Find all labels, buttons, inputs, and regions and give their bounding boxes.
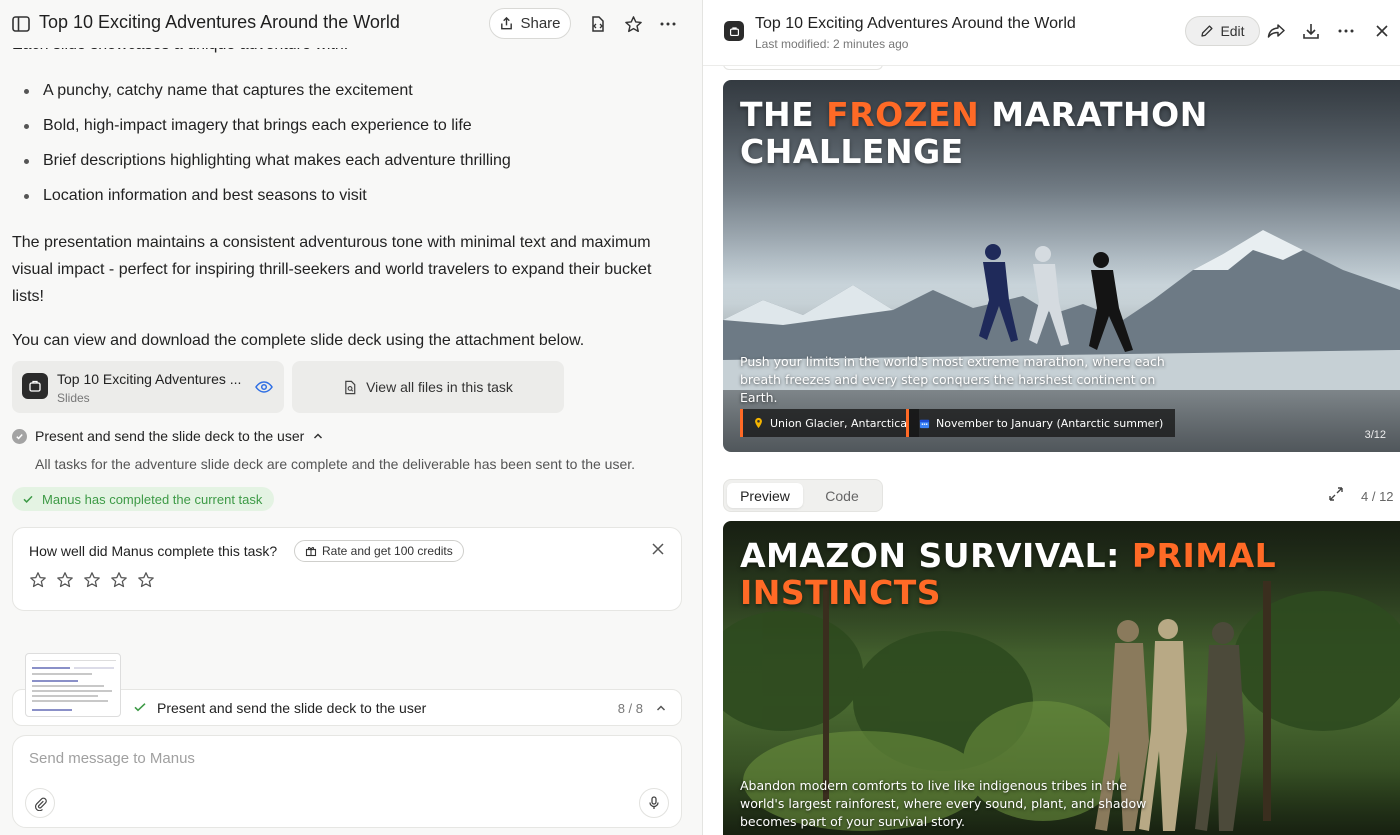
message-composer [12, 735, 682, 828]
attachment-card[interactable]: Top 10 Exciting Adventures ... Slides [12, 361, 284, 413]
edit-label: Edit [1220, 23, 1245, 39]
calendar-icon [919, 419, 930, 428]
slide-counter: 3/12 [1364, 429, 1386, 441]
view-all-label: View all files in this task [366, 379, 513, 395]
chat-header: Top 10 Exciting Adventures Around the Wo… [0, 0, 702, 48]
rating-star-icon[interactable] [110, 571, 128, 589]
rating-star-icon[interactable] [29, 571, 47, 589]
star-icon[interactable] [622, 13, 644, 35]
share-label: Share [520, 15, 561, 32]
sidebar-toggle-icon[interactable] [10, 13, 32, 35]
more-icon[interactable] [657, 13, 679, 35]
task-title: Present and send the slide deck to the u… [35, 428, 305, 444]
slide-description: Abandon modern comforts to live like ind… [740, 778, 1147, 829]
slides-file-icon [22, 373, 48, 399]
check-icon [23, 495, 33, 503]
tab-preview[interactable]: Preview [727, 483, 803, 508]
progress-step-text: Present and send the slide deck to the u… [157, 700, 427, 716]
rating-star-icon[interactable] [56, 571, 74, 589]
expand-icon[interactable] [1328, 486, 1344, 507]
list-item: Bold, high-impact imagery that brings ea… [24, 115, 511, 150]
list-item: Brief descriptions highlighting what mak… [24, 150, 511, 185]
share-icon [501, 16, 513, 30]
message-input[interactable] [29, 750, 649, 780]
page-count: 4 / 12 [1361, 489, 1394, 504]
download-paragraph: You can view and download the complete s… [12, 332, 585, 349]
location-chip: Union Glacier, Antarctica [740, 409, 920, 437]
file-search-icon [345, 380, 356, 394]
viewer-header: Top 10 Exciting Adventures Around the Wo… [703, 0, 1400, 66]
check-circle-icon [12, 428, 27, 444]
share-arrow-icon[interactable] [1265, 20, 1287, 42]
close-icon[interactable] [1371, 20, 1393, 42]
list-item: A punchy, catchy name that captures the … [24, 80, 511, 115]
slide-frozen-marathon[interactable]: THE FROZEN MARATHON CHALLENGE Push your … [723, 80, 1400, 452]
view-all-files-button[interactable]: View all files in this task [292, 361, 564, 413]
season-chip: November to January (Antarctic summer) [906, 409, 1176, 437]
rating-question: How well did Manus complete this task? [29, 543, 278, 559]
task-step[interactable]: Present and send the slide deck to the u… [12, 428, 324, 444]
check-icon [133, 700, 147, 719]
chevron-up-icon [314, 433, 323, 439]
chat-pane: Top 10 Exciting Adventures Around the Wo… [0, 0, 702, 835]
slide-viewer-pane: Top 10 Exciting Adventures Around the Wo… [703, 0, 1400, 835]
credits-badge-label: Rate and get 100 credits [322, 544, 453, 558]
tab-code[interactable]: Code [804, 483, 880, 508]
share-button[interactable]: Share [489, 8, 571, 39]
edit-button[interactable]: Edit [1185, 16, 1260, 46]
location-pin-icon [755, 417, 762, 429]
eye-icon[interactable] [254, 377, 274, 402]
viewer-title: Top 10 Exciting Adventures Around the Wo… [755, 15, 1076, 32]
last-modified: Last modified: 2 minutes ago [755, 37, 909, 51]
files-icon[interactable] [587, 13, 609, 35]
status-badge: Manus has completed the current task [12, 487, 275, 511]
summary-paragraph: The presentation maintains a consistent … [12, 234, 652, 305]
pencil-icon [1201, 25, 1213, 37]
computer-preview-thumbnail[interactable] [25, 653, 121, 717]
rating-card: How well did Manus complete this task? R… [12, 527, 682, 611]
gift-icon [305, 546, 317, 557]
star-rating [29, 571, 155, 589]
slide-title: AMAZON SURVIVAL: PRIMAL INSTINCTS [740, 536, 1277, 612]
feature-list: A punchy, catchy name that captures the … [24, 80, 511, 220]
chevron-up-icon[interactable] [655, 701, 667, 719]
attachment-name: Top 10 Exciting Adventures ... [57, 371, 242, 387]
slide-description: Push your limits in the world's most ext… [740, 354, 1165, 405]
attachment-type: Slides [57, 391, 90, 405]
view-mode-tabs: Preview Code [723, 479, 883, 512]
credits-badge[interactable]: Rate and get 100 credits [294, 540, 464, 562]
slide-amazon-survival[interactable]: AMAZON SURVIVAL: PRIMAL INSTINCTS Abando… [723, 521, 1400, 835]
slides-file-icon [724, 21, 744, 41]
rating-star-icon[interactable] [83, 571, 101, 589]
rating-star-icon[interactable] [137, 571, 155, 589]
slide-title: THE FROZEN MARATHON CHALLENGE [740, 95, 1208, 171]
download-icon[interactable] [1300, 20, 1322, 42]
status-text: Manus has completed the current task [42, 491, 263, 507]
task-detail: All tasks for the adventure slide deck a… [35, 456, 636, 472]
list-item: Location information and best seasons to… [24, 185, 511, 220]
paperclip-icon[interactable] [25, 788, 55, 818]
microphone-icon[interactable] [639, 788, 669, 818]
more-icon[interactable] [1335, 20, 1357, 42]
close-icon[interactable] [651, 542, 665, 561]
progress-count: 8 / 8 [617, 701, 643, 716]
page-title: Top 10 Exciting Adventures Around the Wo… [39, 12, 400, 32]
